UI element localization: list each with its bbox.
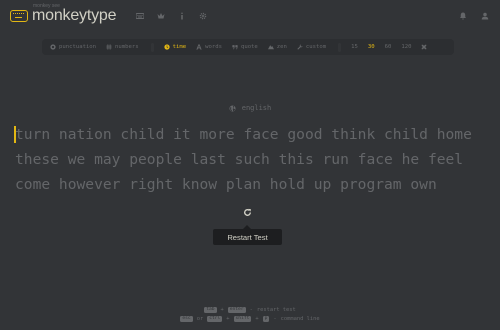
settings-icon[interactable]	[198, 11, 208, 21]
duration-60[interactable]: 60	[385, 44, 392, 50]
logo[interactable]: monkey see monkeytype	[10, 3, 117, 25]
config-divider	[150, 42, 154, 52]
key-ctrl: ctrl	[207, 315, 223, 322]
duration-15[interactable]: 15	[351, 44, 358, 50]
hint-command-line: esc or ctrl + shift + p - command line	[180, 315, 320, 322]
punctuation-toggle[interactable]: punctuation	[50, 44, 96, 50]
keyboard-logo-icon	[10, 10, 28, 22]
mode-time[interactable]: time	[164, 44, 186, 50]
key-enter: enter	[227, 306, 246, 313]
mountain-icon	[267, 44, 274, 50]
restart-button[interactable]	[242, 207, 252, 217]
key-shift: shift	[233, 315, 252, 322]
duration-30[interactable]: 30	[368, 44, 375, 50]
words-line: turn nation child it more face good thin…	[14, 126, 472, 143]
words-line: come however right know plan hold up pro…	[15, 176, 437, 193]
logo-text: monkeytype	[32, 7, 117, 24]
text-caret	[14, 126, 16, 143]
clock-icon	[164, 44, 170, 50]
hash-icon	[106, 44, 112, 50]
words-line: these we may people last such this run f…	[15, 151, 464, 168]
restart-tooltip: Restart Test	[213, 225, 282, 245]
keyboard-icon[interactable]	[135, 11, 145, 21]
restart-icon	[243, 208, 251, 216]
key-tab: tab	[204, 306, 217, 313]
numbers-toggle[interactable]: numbers	[106, 44, 139, 50]
user-icon[interactable]	[480, 11, 490, 21]
logo-subtitle: monkey see	[33, 3, 60, 9]
info-icon[interactable]	[177, 11, 187, 21]
keyboard-hints: tab + enter - restart test esc or ctrl +…	[0, 305, 500, 323]
crown-icon[interactable]	[156, 11, 166, 21]
key-esc: esc	[180, 315, 193, 322]
quote-icon	[232, 44, 238, 50]
language-selector[interactable]: english	[0, 104, 500, 112]
hint-restart: tab + enter - restart test	[204, 306, 296, 313]
config-divider	[338, 42, 342, 52]
wrench-icon	[297, 44, 303, 50]
top-nav: monkey see monkeytype	[10, 3, 490, 26]
mode-zen[interactable]: zen	[267, 44, 287, 50]
duration-120[interactable]: 120	[401, 44, 411, 50]
language-label: english	[241, 104, 272, 112]
tools-icon	[421, 44, 427, 50]
a-icon	[196, 44, 202, 50]
typing-test-page: monkey see monkeytype punctuation number…	[0, 0, 500, 330]
mode-words[interactable]: words	[196, 44, 222, 50]
custom-duration-button[interactable]	[421, 44, 430, 50]
words-area[interactable]: turn nation child it more face good thin…	[14, 122, 495, 197]
mode-quote[interactable]: quote	[232, 44, 258, 50]
mode-custom[interactable]: custom	[297, 44, 326, 50]
test-config-bar: punctuation numbers time words quote zen…	[42, 39, 454, 55]
bell-icon[interactable]	[458, 11, 468, 21]
globe-icon	[229, 104, 236, 112]
key-p: p	[262, 315, 270, 322]
at-icon	[50, 44, 56, 50]
